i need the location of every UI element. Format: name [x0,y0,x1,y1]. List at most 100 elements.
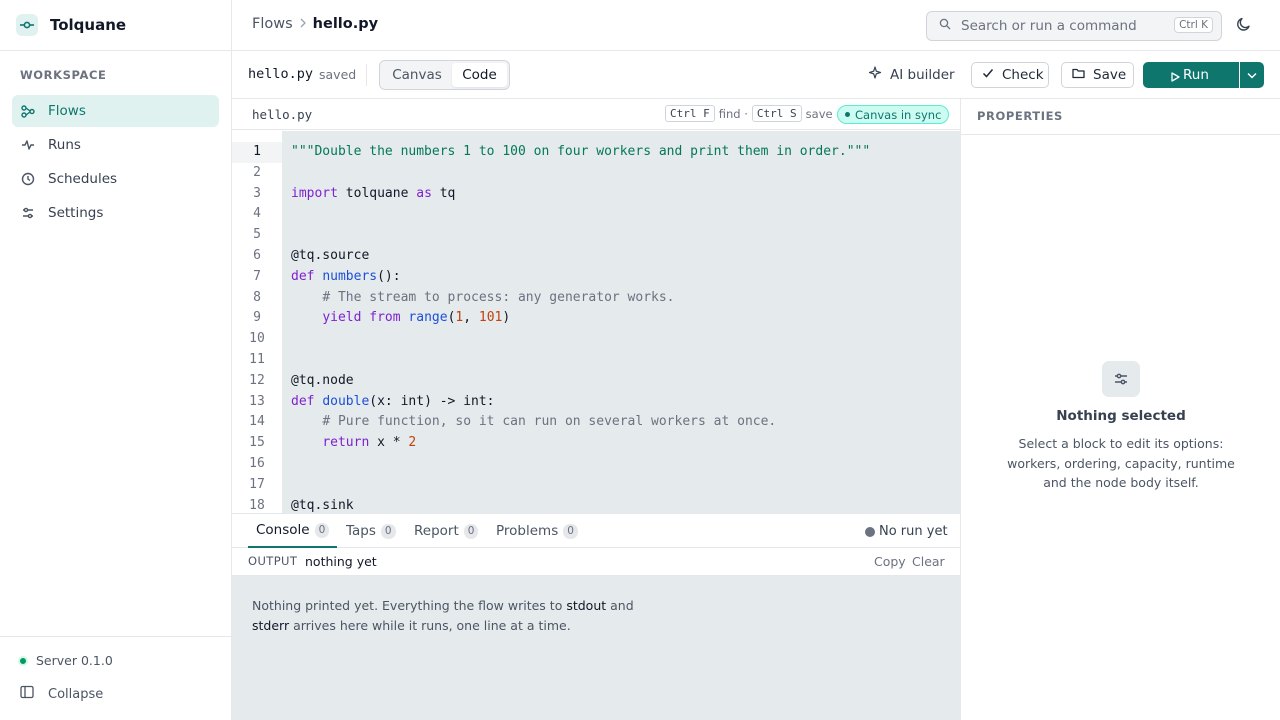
app-name: Tolquane [50,16,127,34]
line-number: 12 [249,372,265,388]
command-search-input[interactable]: Search or run a command Ctrl K [926,11,1222,41]
code-line: 13 def double(x: int) -> int: [232,392,960,413]
play-icon [1171,70,1180,86]
copy-output-button[interactable]: Copy [874,554,906,569]
sidebar-item-schedules[interactable]: Schedules [12,163,219,195]
sidebar-item-settings[interactable]: Settings [12,197,219,229]
properties-empty-title: Nothing selected [1056,408,1186,424]
check-button[interactable]: Check [971,62,1049,88]
properties-header: PROPERTIES [961,99,1280,135]
chevron-right-icon [299,17,307,31]
file-save-status: saved [319,67,357,82]
line-number: 18 [249,497,265,513]
server-version: Server 0.1.0 [36,653,113,668]
code-text: def double(x: int) -> int: [291,393,495,409]
sidebar-footer: Server 0.1.0 Collapse [0,636,231,720]
sidebar-item-runs[interactable]: Runs [12,129,219,161]
line-number: 15 [249,435,265,451]
breadcrumb-current-file: hello.py [312,16,379,32]
brand[interactable]: Tolquane [0,0,231,51]
code-text: # Pure function, so it can run on severa… [322,414,777,430]
canvas-sync-badge: Canvas in sync [837,105,950,124]
code-line: 18 @tq.sink [232,496,960,513]
tab-count-badge: 0 [463,523,479,539]
editor-shortcut-hints: Ctrl F find · Ctrl S save [665,105,833,122]
sliders-icon [20,205,36,221]
sidebar-nav: Flows Runs Schedules Settings [12,95,219,231]
line-number: 11 [249,351,265,367]
tab-count-badge: 0 [563,523,578,539]
tab-count-badge: 0 [314,522,330,538]
find-hint-label: find · [718,106,748,121]
line-number: 10 [249,331,265,347]
code-line: 4 [232,204,960,225]
tab-label: Report [414,523,459,539]
run-status: No run yet [865,524,948,539]
save-hint-label: save [805,106,833,121]
tab-problems[interactable]: Problems 0 [496,514,578,548]
theme-toggle-button[interactable] [1236,16,1256,36]
code-line: 1 """Double the numbers 1 to 100 on four … [232,142,960,163]
collapse-sidebar-button[interactable]: Collapse [20,685,103,703]
properties-title: PROPERTIES [977,109,1063,123]
view-canvas-tab[interactable]: Canvas [382,63,452,87]
activity-icon [20,137,36,153]
line-number: 5 [253,227,261,243]
code-line: 2 [232,163,960,184]
code-line: 7 def numbers(): [232,267,960,288]
code-lines: 1 """Double the numbers 1 to 100 on four … [232,142,960,513]
sidebar-panel-icon [20,685,34,703]
code-text: import tolquane as tq [291,185,456,201]
code-text: """Double the numbers 1 to 100 on four w… [291,144,871,159]
line-number: 3 [253,185,261,201]
toolbar-divider [366,64,367,86]
editor-file-name: hello.py [252,107,313,122]
moon-icon [1236,17,1252,36]
output-value: nothing yet [305,554,377,569]
console-empty-message: Nothing printed yet. Everything the flow… [252,598,634,633]
run-status-dot [865,526,875,537]
tab-report[interactable]: Report 0 [414,514,479,548]
stderr-label: stderr [252,618,290,633]
search-icon [939,18,951,34]
collapse-label: Collapse [48,686,104,702]
tab-console[interactable]: Console 0 [248,514,338,548]
checkmark-icon [982,67,994,83]
breadcrumb-flows-link[interactable]: Flows [252,16,293,32]
code-line: 15 return x * 2 [232,433,960,454]
code-text: def numbers(): [291,268,401,284]
line-number: 9 [253,310,261,326]
clock-icon [20,171,36,187]
folder-icon [1072,67,1085,83]
code-line: 3 import tolquane as tq [232,184,960,205]
tab-label: Problems [496,523,559,539]
code-text: @tq.sink [291,497,354,513]
sidebar-item-flows[interactable]: Flows [12,95,219,127]
breadcrumb: Flows hello.py [252,16,378,32]
code-line: 11 [232,350,960,371]
chevron-down-icon [1247,68,1257,83]
view-mode-toggle: Canvas Code [379,60,510,90]
ai-builder-button[interactable]: AI builder [868,66,955,83]
console-output[interactable]: Nothing printed yet. Everything the flow… [232,576,960,720]
properties-empty-description: Select a block to edit its options: work… [1007,436,1235,490]
save-shortcut-key: Ctrl S [751,105,802,122]
run-options-dropdown[interactable] [1240,62,1264,88]
server-status: Server 0.1.0 [18,653,113,668]
run-button[interactable]: Run [1143,62,1239,88]
tab-taps[interactable]: Taps 0 [346,514,396,548]
save-label: Save [1093,67,1127,83]
sidebar-item-label: Schedules [48,171,118,187]
code-editor[interactable]: 1 """Double the numbers 1 to 100 on four … [232,131,960,513]
flows-icon [20,103,36,119]
run-status-label: No run yet [879,524,948,539]
view-code-tab[interactable]: Code [452,63,507,87]
workspace-section-label: WORKSPACE [20,68,107,82]
server-status-dot [18,655,28,666]
save-button[interactable]: Save [1061,62,1134,88]
clear-output-button[interactable]: Clear [912,554,945,569]
code-line: 8 # The stream to process: any generator… [232,288,960,309]
line-number: 14 [249,414,265,430]
code-line: 14 # Pure function, so it can run on sev… [232,412,960,433]
code-line: 12 @tq.node [232,371,960,392]
